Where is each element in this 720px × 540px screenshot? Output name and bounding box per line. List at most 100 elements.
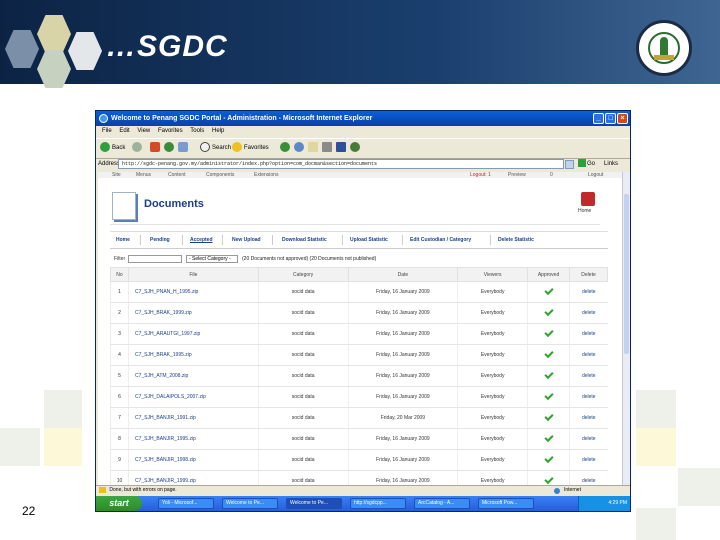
taskbar-item[interactable]: http://sgdcpp... [350, 498, 406, 509]
approved-cell[interactable] [527, 365, 570, 387]
taskbar-item[interactable]: Welcome to Pe... [222, 498, 278, 509]
taskbar-item[interactable]: ArcCatalog - A... [414, 498, 470, 509]
approved-cell[interactable] [527, 386, 570, 408]
delete-link[interactable]: delete [569, 344, 608, 366]
window-titlebar[interactable]: Welcome to Penang SGDC Portal - Administ… [96, 111, 630, 126]
tab-upload-statistic[interactable]: Upload Statistic [350, 237, 388, 243]
column-header-delete[interactable]: Delete [569, 267, 608, 282]
tab-pending[interactable]: Pending [150, 237, 170, 243]
delete-link[interactable]: delete [569, 449, 608, 471]
column-header-no[interactable]: No [110, 267, 129, 282]
admin-bar-right-1[interactable]: Logout: 1 [470, 172, 491, 178]
file-link[interactable]: C7_SJH_DALAIPOLS_2007.zip [127, 386, 259, 408]
media-button[interactable] [280, 142, 292, 154]
file-link[interactable]: C7_SJH_ATM_2008.zip [127, 365, 259, 387]
vertical-scrollbar[interactable] [622, 172, 630, 485]
approved-check-icon[interactable] [543, 348, 554, 359]
taskbar-item[interactable]: Yoli - Microsof... [158, 498, 214, 509]
tab-home[interactable]: Home [116, 237, 130, 243]
admin-menu-extensions[interactable]: Extensions [254, 172, 278, 178]
home-button[interactable] [178, 142, 190, 154]
file-link[interactable]: C7_SJH_BANJIR_1999.zip [127, 470, 259, 485]
file-link[interactable]: C7_SJH_BANJIR_1995.zip [127, 428, 259, 450]
maximize-icon[interactable]: □ [605, 113, 616, 124]
approved-cell[interactable] [527, 281, 570, 303]
file-link[interactable]: C7_SJH_BRAK_1995.zip [127, 344, 259, 366]
admin-bar-right-4[interactable]: Logout [588, 172, 603, 178]
delete-link[interactable]: delete [569, 428, 608, 450]
approved-cell[interactable] [527, 344, 570, 366]
refresh-button[interactable] [164, 142, 176, 154]
approved-cell[interactable] [527, 470, 570, 485]
admin-menu-content[interactable]: Content [168, 172, 186, 178]
delete-link[interactable]: delete [569, 407, 608, 429]
taskbar-item[interactable]: Welcome to Pe... [286, 498, 342, 509]
approved-check-icon[interactable] [543, 327, 554, 338]
approved-cell[interactable] [527, 302, 570, 324]
start-button[interactable]: start [96, 496, 142, 511]
menu-favorites[interactable]: Favorites [158, 128, 183, 134]
approved-check-icon[interactable] [543, 369, 554, 380]
file-link[interactable]: C7_SJH_ARAUTGI_1997.zip [127, 323, 259, 345]
menu-edit[interactable]: Edit [119, 128, 129, 134]
column-header-date[interactable]: Date [347, 267, 459, 282]
admin-bar-right-2[interactable]: Preview [508, 172, 526, 178]
address-input[interactable]: http://sgdc-penang.gov.my/administrator/… [118, 159, 564, 169]
word-button[interactable] [336, 142, 348, 154]
approved-check-icon[interactable] [543, 432, 554, 443]
approved-check-icon[interactable] [543, 411, 554, 422]
tab-download-statistic[interactable]: Download Statistic [282, 237, 327, 243]
menu-view[interactable]: View [137, 128, 150, 134]
approved-check-icon[interactable] [543, 390, 554, 401]
approved-check-icon[interactable] [543, 453, 554, 464]
filter-input[interactable] [128, 255, 182, 263]
print-button[interactable] [322, 142, 334, 154]
delete-link[interactable]: delete [569, 302, 608, 324]
taskbar-item[interactable]: Microsoft Pow... [478, 498, 534, 509]
approved-check-icon[interactable] [543, 306, 554, 317]
messenger-button[interactable] [350, 142, 362, 154]
approved-check-icon[interactable] [543, 474, 554, 485]
admin-menu-components[interactable]: Components [206, 172, 234, 178]
links-label[interactable]: Links [604, 158, 618, 171]
mail-button[interactable] [308, 142, 320, 154]
go-button[interactable]: Go [578, 158, 595, 171]
menu-tools[interactable]: Tools [190, 128, 204, 134]
home-icon[interactable] [581, 192, 595, 206]
approved-cell[interactable] [527, 323, 570, 345]
tab-new-upload[interactable]: New Upload [232, 237, 261, 243]
file-link[interactable]: C7_SJH_BANJIR_1998.zip [127, 449, 259, 471]
favorites-button[interactable]: Favorites [232, 142, 269, 154]
scrollbar-thumb[interactable] [624, 194, 629, 354]
approved-cell[interactable] [527, 407, 570, 429]
delete-link[interactable]: delete [569, 323, 608, 345]
home-link[interactable]: Home [578, 208, 591, 214]
approved-cell[interactable] [527, 449, 570, 471]
minimize-icon[interactable]: _ [593, 113, 604, 124]
category-select[interactable]: - Select Category - [186, 255, 238, 263]
back-button[interactable]: Back [100, 142, 125, 154]
address-dropdown-icon[interactable] [565, 160, 574, 169]
forward-button[interactable] [132, 142, 144, 154]
tab-edit-custodian-category[interactable]: Edit Custodian / Category [410, 237, 471, 243]
search-button[interactable]: Search [200, 142, 231, 154]
delete-link[interactable]: delete [569, 365, 608, 387]
warning-icon[interactable] [99, 486, 106, 493]
column-header-category[interactable]: Category [257, 267, 349, 282]
admin-menu-menus[interactable]: Menus [136, 172, 151, 178]
approved-cell[interactable] [527, 428, 570, 450]
menu-file[interactable]: File [102, 128, 112, 134]
tab-delete-statistic[interactable]: Delete Statistic [498, 237, 534, 243]
history-button[interactable] [294, 142, 306, 154]
column-header-file[interactable]: File [127, 267, 259, 282]
delete-link[interactable]: delete [569, 281, 608, 303]
column-header-viewers[interactable]: Viewers [457, 267, 529, 282]
file-link[interactable]: C7_SJH_PNAN_H_1995.zip [127, 281, 259, 303]
admin-menu-site[interactable]: Site [112, 172, 121, 178]
delete-link[interactable]: delete [569, 386, 608, 408]
stop-button[interactable] [150, 142, 162, 154]
file-link[interactable]: C7_SJH_BANJIR_1991.zip [127, 407, 259, 429]
tab-accepted[interactable]: Accepted [190, 237, 213, 243]
close-icon[interactable]: × [617, 113, 628, 124]
approved-check-icon[interactable] [543, 285, 554, 296]
